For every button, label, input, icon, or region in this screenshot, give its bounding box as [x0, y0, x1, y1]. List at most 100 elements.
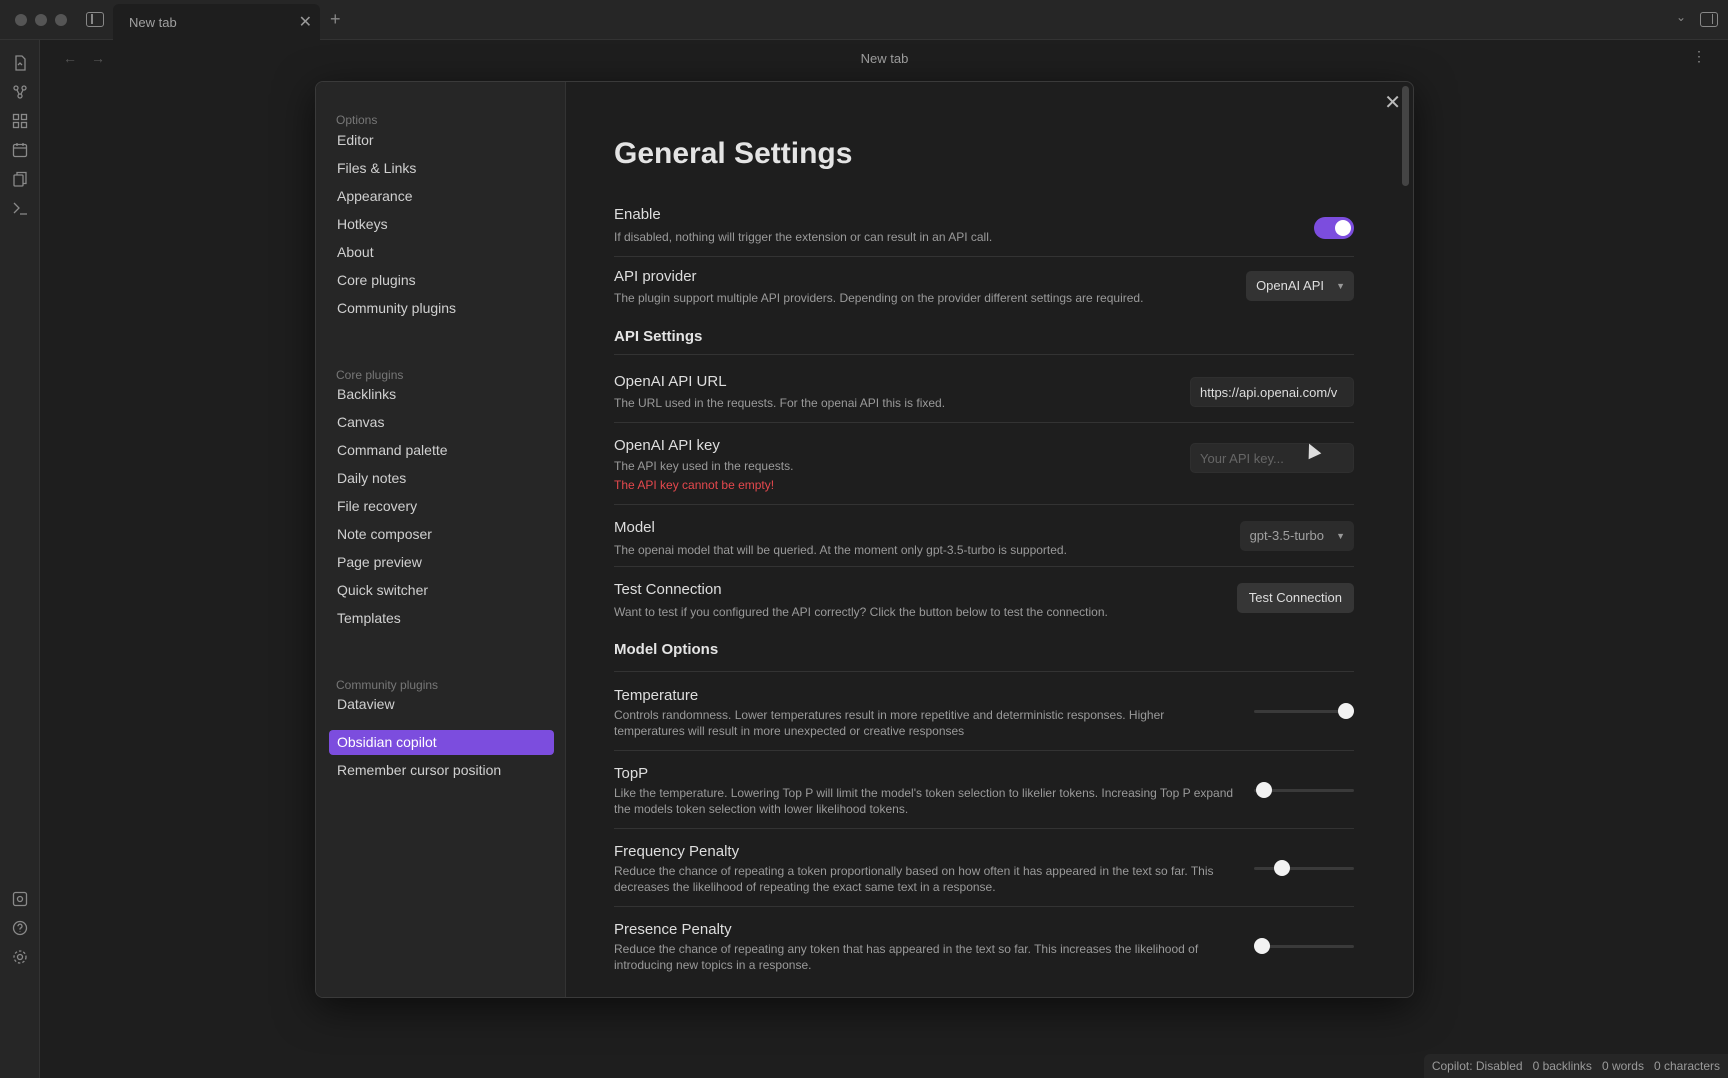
test-connection-button[interactable]: Test Connection [1236, 583, 1354, 613]
presence-penalty-slider[interactable] [1254, 938, 1354, 954]
setting-name: Frequency Penalty [614, 843, 740, 860]
slider-thumb[interactable] [1274, 860, 1290, 876]
command-palette-icon[interactable] [12, 200, 28, 216]
sidebar-item-appearance[interactable]: Appearance [329, 184, 554, 209]
vault-icon[interactable] [12, 891, 28, 907]
scrollbar-thumb[interactable] [1402, 86, 1409, 186]
sidebar-item-dataview[interactable]: Dataview [329, 692, 554, 717]
top-p-slider[interactable] [1254, 782, 1354, 798]
setting-frequency-penalty: Frequency Penalty Reduce the chance of r… [614, 828, 1354, 906]
open-quick-switcher-icon[interactable] [12, 55, 28, 71]
view-header: ← → New tab ⋮ [41, 40, 1728, 78]
sidebar-group-community-plugins: Community plugins [336, 678, 439, 692]
settings-content: General Settings Enable If disabled, not… [614, 82, 1354, 997]
setting-name: TopP [614, 765, 649, 782]
view-title: New tab [860, 51, 909, 66]
setting-api-key: OpenAI API key The API key used in the r… [614, 422, 1354, 504]
sidebar-item-command-palette[interactable]: Command palette [329, 438, 554, 463]
status-words: 0 words [1601, 1059, 1644, 1073]
status-copilot[interactable]: Copilot: Disabled [1432, 1059, 1523, 1073]
toggle-knob [1335, 220, 1351, 236]
slider-track [1254, 867, 1354, 870]
setting-description: Reduce the chance of repeating a token p… [614, 864, 1214, 894]
sidebar-group-core-plugins: Core plugins [336, 368, 404, 382]
sidebar-item-about[interactable]: About [329, 240, 554, 265]
setting-top-p: TopP Like the temperature. Lowering Top … [614, 750, 1354, 828]
window-close-button[interactable] [15, 14, 27, 26]
sidebar-item-hotkeys[interactable]: Hotkeys [329, 212, 554, 237]
api-key-input[interactable] [1190, 443, 1354, 473]
window-zoom-button[interactable] [55, 14, 67, 26]
setting-name: OpenAI API key [614, 437, 720, 454]
api-key-error-message: The API key cannot be empty! [614, 478, 775, 492]
sidebar-item-core-plugins[interactable]: Core plugins [329, 268, 554, 293]
setting-description: Reduce the chance of repeating any token… [614, 942, 1199, 972]
chevron-down-icon: ▼ [1336, 281, 1345, 291]
setting-description: The plugin support multiple API provider… [614, 291, 1144, 305]
status-bar: Copilot: Disabled 0 backlinks 0 words 0 … [1423, 1054, 1728, 1078]
slider-thumb[interactable] [1338, 703, 1354, 719]
daily-notes-icon[interactable] [12, 142, 28, 158]
setting-description: Controls randomness. Lower temperatures … [614, 708, 1165, 738]
sidebar-item-remember-cursor-position[interactable]: Remember cursor position [329, 758, 554, 783]
tab-close-icon[interactable]: ✕ [299, 12, 312, 32]
sidebar-item-daily-notes[interactable]: Daily notes [329, 466, 554, 491]
settings-modal: Options Editor Files & Links Appearance … [315, 81, 1414, 998]
model-dropdown[interactable]: gpt-3.5-turbo ▼ [1239, 521, 1354, 551]
page-title: General Settings [614, 137, 853, 170]
left-ribbon [0, 40, 40, 1078]
dropdown-value: OpenAI API [1256, 278, 1324, 293]
tab-title: New tab [129, 15, 177, 30]
settings-icon[interactable] [12, 949, 28, 965]
graph-view-icon[interactable] [12, 84, 28, 100]
sidebar-item-editor[interactable]: Editor [329, 128, 554, 153]
setting-name: Test Connection [614, 581, 722, 598]
new-tab-icon[interactable]: + [330, 9, 341, 30]
enable-toggle[interactable] [1314, 217, 1354, 239]
canvas-icon[interactable] [12, 113, 28, 129]
setting-name: Temperature [614, 687, 699, 704]
sidebar-item-backlinks[interactable]: Backlinks [329, 382, 554, 407]
section-heading-model-options: Model Options [614, 641, 719, 658]
sidebar-item-obsidian-copilot[interactable]: Obsidian copilot [329, 730, 554, 755]
status-characters: 0 characters [1653, 1059, 1720, 1073]
frequency-penalty-slider[interactable] [1254, 860, 1354, 876]
sidebar-item-file-recovery[interactable]: File recovery [329, 494, 554, 519]
window-titlebar: New tab ✕ + ⌄ [0, 0, 1728, 40]
window-minimize-button[interactable] [35, 14, 47, 26]
status-backlinks[interactable]: 0 backlinks [1533, 1059, 1592, 1073]
sidebar-item-community-plugins[interactable]: Community plugins [329, 296, 554, 321]
slider-thumb[interactable] [1256, 782, 1272, 798]
api-url-input[interactable] [1190, 377, 1354, 407]
settings-sidebar: Options Editor Files & Links Appearance … [316, 82, 566, 997]
temperature-slider[interactable] [1254, 703, 1354, 719]
setting-description: Want to test if you configured the API c… [614, 605, 1108, 619]
api-provider-dropdown[interactable]: OpenAI API ▼ [1246, 271, 1354, 301]
setting-name: Presence Penalty [614, 921, 732, 938]
left-sidebar-toggle-icon[interactable] [86, 12, 104, 27]
setting-name: API provider [614, 268, 697, 285]
templates-icon[interactable] [12, 171, 28, 187]
sidebar-item-page-preview[interactable]: Page preview [329, 550, 554, 575]
sidebar-item-canvas[interactable]: Canvas [329, 410, 554, 435]
section-heading-api-settings: API Settings [614, 328, 703, 345]
setting-name: Model [614, 519, 655, 536]
help-icon[interactable] [12, 920, 28, 936]
more-options-icon[interactable]: ⋮ [1692, 48, 1706, 65]
sidebar-item-files-links[interactable]: Files & Links [329, 156, 554, 181]
setting-name: Enable [614, 206, 661, 223]
sidebar-group-options: Options [336, 113, 378, 127]
setting-description: The URL used in the requests. For the op… [614, 396, 946, 410]
tab-list-chevron-icon[interactable]: ⌄ [1676, 10, 1686, 24]
right-sidebar-toggle-icon[interactable] [1700, 12, 1718, 27]
setting-name: OpenAI API URL [614, 373, 727, 390]
tab-new-tab[interactable]: New tab ✕ [113, 4, 320, 40]
setting-temperature: Temperature Controls randomness. Lower t… [614, 671, 1354, 750]
sidebar-item-templates[interactable]: Templates [329, 606, 554, 631]
sidebar-item-quick-switcher[interactable]: Quick switcher [329, 578, 554, 603]
modal-scrollbar[interactable] [1402, 82, 1409, 997]
sidebar-item-note-composer[interactable]: Note composer [329, 522, 554, 547]
modal-close-icon[interactable]: ✕ [1384, 90, 1401, 115]
slider-thumb[interactable] [1254, 938, 1270, 954]
setting-test-connection: Test Connection Want to test if you conf… [614, 566, 1354, 628]
